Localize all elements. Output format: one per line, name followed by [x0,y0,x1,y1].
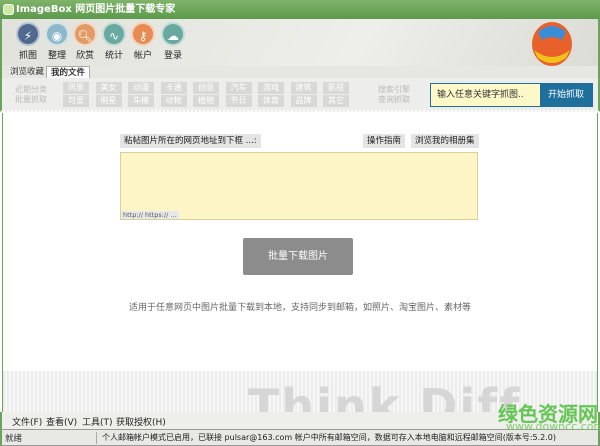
description-text: 适用于任意网页中图片批量下载到本地，支持同步到邮箱，如照片、淘宝图片、素材等 [128,303,471,313]
url-hint: http:// https:// ... [121,211,179,219]
site-watermark-url: www.downcc.com [506,420,600,433]
tab-browse-favorites[interactable]: 浏览收藏 [6,66,48,78]
url-textarea[interactable]: http:// https:// ... [120,152,478,220]
lightning-icon: ⚡ [16,22,40,46]
menu-file[interactable]: 文件(F) [12,415,42,428]
search-engine-label: 搜索引擎 查询抓取 [378,85,410,104]
tool-label: 整理 [47,51,66,61]
toolbar-stats-button[interactable]: ∿ 统计 [100,22,128,61]
app-icon [3,4,14,15]
cloud-upload-icon: ☁ [161,22,185,46]
category-button[interactable]: 汽车 [225,82,252,94]
category-button[interactable]: 植物 [193,95,219,107]
status-state: 就绪 [5,432,97,444]
category-button[interactable]: 建筑 [290,82,317,94]
magnifier-icon: 🔍︎ [73,22,97,46]
category-button[interactable]: 影视 [323,82,349,94]
category-button[interactable]: 其它 [323,95,349,107]
tool-label: 欣赏 [75,51,94,61]
tool-label: 抓图 [18,51,37,61]
category-button[interactable]: 游戏 [258,82,284,94]
category-button[interactable]: 明星 [95,95,122,107]
start-capture-button[interactable]: 开始抓取 [540,84,592,106]
tab-my-files[interactable]: 我的文件 [46,66,91,78]
category-button[interactable]: 节日 [225,95,252,107]
title-bar: ImageBox 网页图片批量下载专家 [0,0,600,19]
category-button[interactable]: 品牌 [290,95,317,107]
category-button[interactable]: 动漫 [128,82,154,94]
category-button[interactable]: 体育 [258,95,284,107]
toolbar-login-button[interactable]: ☁ 登录 [159,22,187,61]
toolbar-organize-button[interactable]: ◉ 整理 [43,22,71,61]
menu-view[interactable]: 查看(V) [46,415,77,428]
category-button[interactable]: 创意 [193,82,219,94]
keyword-input[interactable]: 输入任意关键字抓图.. [431,84,540,106]
category-button[interactable]: 可爱 [63,95,89,107]
paste-url-label: 粘帖图片所在的网页地址到下框 ...: [120,134,261,148]
menu-license[interactable]: 获取授权(H) [116,415,166,428]
chart-line-icon: ∿ [102,22,126,46]
toolbar-capture-button[interactable]: ⚡ 抓图 [14,22,42,61]
batch-download-button[interactable]: 批量下载图片 [243,238,353,275]
keyword-search: 输入任意关键字抓图.. 开始抓取 [430,83,593,107]
tool-label: 登录 [163,51,182,61]
tool-label: 统计 [104,51,123,61]
key-icon: ⚷ [131,22,155,46]
category-button[interactable]: 风景 [63,82,89,94]
tab-bar: 浏览收藏 我的文件 [0,66,600,78]
category-button[interactable]: 卡通 [160,82,187,94]
category-button[interactable]: 动物 [160,95,187,107]
status-message: 个人邮箱帐户模式已启用，已联接 pulsar@163.com 帐户中所有邮箱空间… [102,433,557,442]
browse-album-button[interactable]: 浏览我的相册集 [411,134,479,148]
category-button[interactable]: 车模 [128,95,154,107]
toolbar-account-button[interactable]: ⚷ 帐户 [129,22,157,61]
toolbar: ⚡ 抓图 ◉ 整理 🔍︎ 欣赏 ∿ 统计 ⚷ 帐户 ☁ 登录 [0,19,600,66]
toolbar-view-button[interactable]: 🔍︎ 欣赏 [71,22,99,61]
guide-button[interactable]: 操作指南 [363,134,406,148]
menu-tools[interactable]: 工具(T) [82,415,113,428]
tool-label: 帐户 [133,51,152,61]
window-title: ImageBox 网页图片批量下载专家 [16,4,176,15]
recent-categories-label: 近期分类 批量抓取 [15,85,47,104]
think-different-watermark: Think Diff [248,379,522,412]
category-button[interactable]: 美女 [95,82,122,94]
eye-icon: ◉ [45,22,69,46]
